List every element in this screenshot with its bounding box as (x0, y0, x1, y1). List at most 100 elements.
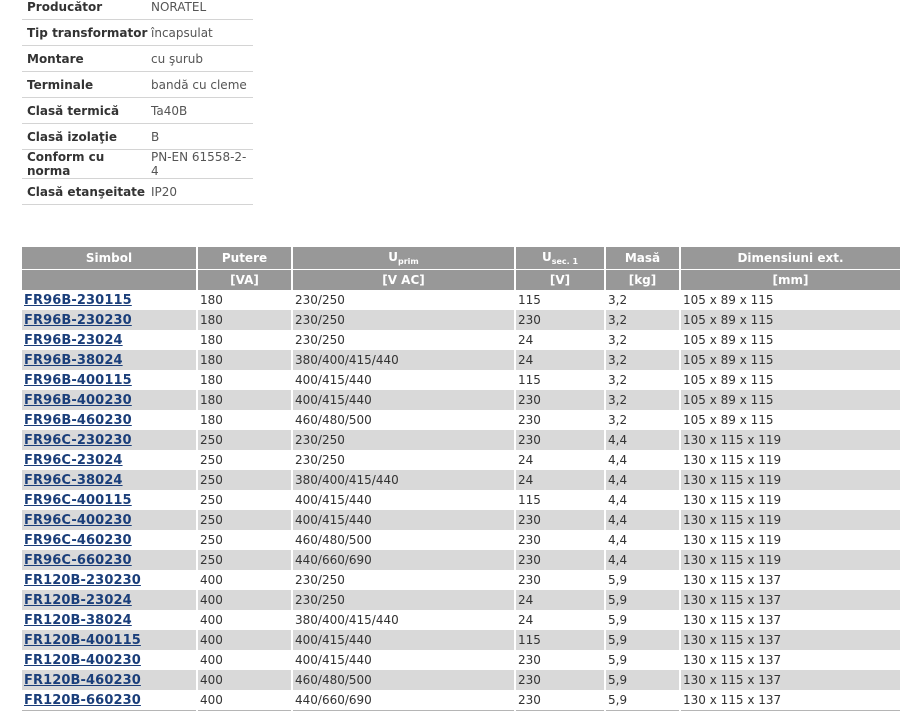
spec-value: cu şurub (151, 45, 253, 72)
cell-symbol: FR96C-38024 (22, 470, 198, 490)
cell-uprim: 380/400/415/440 (292, 470, 516, 490)
product-link[interactable]: FR96B-230115 (24, 293, 132, 308)
cell-symbol: FR96B-460230 (22, 410, 198, 430)
spec-value: PN-EN 61558-2-4 (151, 149, 253, 179)
cell-uprim: 400/415/440 (292, 490, 516, 510)
unit-usec: [V] (515, 269, 606, 290)
cell-power: 400 (197, 630, 293, 650)
product-link[interactable]: FR96B-230230 (24, 313, 132, 328)
cell-symbol: FR96B-400115 (22, 370, 198, 390)
cell-mass: 4,4 (605, 510, 681, 530)
cell-power: 250 (197, 470, 293, 490)
product-link[interactable]: FR96C-400230 (24, 513, 132, 528)
table-row: FR120B-38024 400 380/400/415/440 24 5,9 130 x… (22, 610, 900, 630)
cell-usec: 24 (515, 470, 606, 490)
table-row: FR120B-400115 400 400/415/440 115 5,9 130 x 1… (22, 630, 900, 650)
unit-uprim: [V AC] (292, 269, 516, 290)
product-link[interactable]: FR96C-38024 (24, 473, 123, 488)
cell-uprim: 400/415/440 (292, 370, 516, 390)
cell-symbol: FR96B-230115 (22, 290, 198, 310)
product-link[interactable]: FR120B-38024 (24, 613, 132, 628)
cell-dims: 105 x 89 x 115 (680, 390, 900, 410)
col-header-uprim-main: U (388, 250, 398, 264)
product-link[interactable]: FR120B-460230 (24, 673, 141, 688)
spec-value: încapsulat (151, 19, 253, 46)
cell-usec: 230 (515, 410, 606, 430)
cell-uprim: 400/415/440 (292, 650, 516, 670)
cell-symbol: FR96C-660230 (22, 550, 198, 570)
cell-uprim: 440/660/690 (292, 550, 516, 570)
cell-power: 180 (197, 350, 293, 370)
product-link[interactable]: FR96B-460230 (24, 413, 132, 428)
cell-uprim: 230/250 (292, 290, 516, 310)
product-link[interactable]: FR120B-23024 (24, 593, 132, 608)
cell-dims: 130 x 115 x 137 (680, 630, 900, 650)
cell-mass: 4,4 (605, 530, 681, 550)
unit-symbol (22, 269, 198, 290)
cell-uprim: 230/250 (292, 430, 516, 450)
table-row: FR96B-230115 180 230/250 115 3,2 105 x 89 x 1… (22, 290, 900, 310)
cell-symbol: FR96C-460230 (22, 530, 198, 550)
cell-usec: 115 (515, 290, 606, 310)
spec-value: B (151, 123, 253, 150)
product-link[interactable]: FR96C-230230 (24, 433, 132, 448)
spec-row: Producător NORATEL (22, 0, 253, 20)
table-row: FR120B-230230 400 230/250 230 5,9 130 x 115 x… (22, 570, 900, 590)
product-link[interactable]: FR96C-400115 (24, 493, 132, 508)
product-link[interactable]: FR120B-400230 (24, 653, 141, 668)
cell-symbol: FR96C-400230 (22, 510, 198, 530)
cell-uprim: 230/250 (292, 570, 516, 590)
products-table-body: FR96B-230115 180 230/250 115 3,2 105 x 89 x 1… (22, 290, 900, 711)
cell-symbol: FR96B-400230 (22, 390, 198, 410)
table-row: FR96B-38024 180 380/400/415/440 24 3,2 105 x … (22, 350, 900, 370)
cell-dims: 130 x 115 x 137 (680, 670, 900, 690)
cell-power: 400 (197, 610, 293, 630)
spec-label: Clasă etanşeitate (22, 178, 151, 205)
cell-uprim: 230/250 (292, 330, 516, 350)
cell-symbol: FR120B-400230 (22, 650, 198, 670)
col-header-power: Putere (197, 247, 293, 270)
cell-uprim: 230/250 (292, 590, 516, 610)
spec-label: Clasă termică (22, 97, 151, 124)
table-row: FR96C-230230 250 230/250 230 4,4 130 x 115 x … (22, 430, 900, 450)
cell-symbol: FR96C-230230 (22, 430, 198, 450)
cell-uprim: 230/250 (292, 450, 516, 470)
col-header-uprim: Uprim (292, 247, 516, 270)
cell-dims: 130 x 115 x 119 (683, 493, 782, 507)
table-row: FR120B-400230 400 400/415/440 230 5,9 130 x 1… (22, 650, 900, 670)
specifications-body: Producător NORATEL Tip transformator încaps… (22, 0, 253, 205)
cell-dims: 105 x 89 x 115 (683, 333, 774, 347)
product-link[interactable]: FR96B-400115 (24, 373, 132, 388)
product-link[interactable]: FR96C-660230 (24, 553, 132, 568)
cell-dims: 130 x 115 x 119 (683, 533, 782, 547)
spec-row: Clasă termică Ta40B (22, 97, 253, 124)
products-table: Simbol Putere Uprim Usec. 1 Masă Dimensi… (22, 247, 900, 711)
spec-row: Tip transformator încapsulat (22, 19, 253, 46)
product-link[interactable]: FR120B-660230 (24, 693, 141, 708)
cell-dims: 130 x 115 x 137 (683, 613, 782, 627)
spec-value: bandă cu cleme (151, 71, 253, 98)
cell-uprim: 460/480/500 (292, 410, 516, 430)
specifications-table: Producător NORATEL Tip transformator încaps… (22, 0, 253, 205)
cell-symbol: FR120B-400115 (22, 630, 198, 650)
product-link[interactable]: FR120B-400115 (24, 633, 141, 648)
product-link[interactable]: FR96B-400230 (24, 393, 132, 408)
table-row: FR96C-460230 250 460/480/500 230 4,4 130 x 11… (22, 530, 900, 550)
col-header-symbol: Simbol (22, 247, 198, 270)
col-header-uprim-sub: prim (398, 257, 419, 266)
cell-mass: 3,2 (605, 330, 681, 350)
product-link[interactable]: FR96C-460230 (24, 533, 132, 548)
spec-label: Clasă izolaţie (22, 123, 151, 150)
cell-dims: 130 x 115 x 137 (680, 690, 900, 711)
product-link[interactable]: FR96C-23024 (24, 453, 123, 468)
cell-usec: 230 (515, 570, 606, 590)
cell-uprim: 400/415/440 (292, 630, 516, 650)
product-link[interactable]: FR120B-230230 (24, 573, 141, 588)
product-link[interactable]: FR96B-23024 (24, 333, 123, 348)
product-link[interactable]: FR96B-38024 (24, 353, 123, 368)
cell-power: 250 (197, 450, 293, 470)
spec-row: Montare cu şurub (22, 45, 253, 72)
table-row: FR96C-38024 250 380/400/415/440 24 4,4 130 x … (22, 470, 900, 490)
cell-symbol: FR120B-230230 (22, 570, 198, 590)
cell-mass: 3,2 (605, 290, 681, 310)
